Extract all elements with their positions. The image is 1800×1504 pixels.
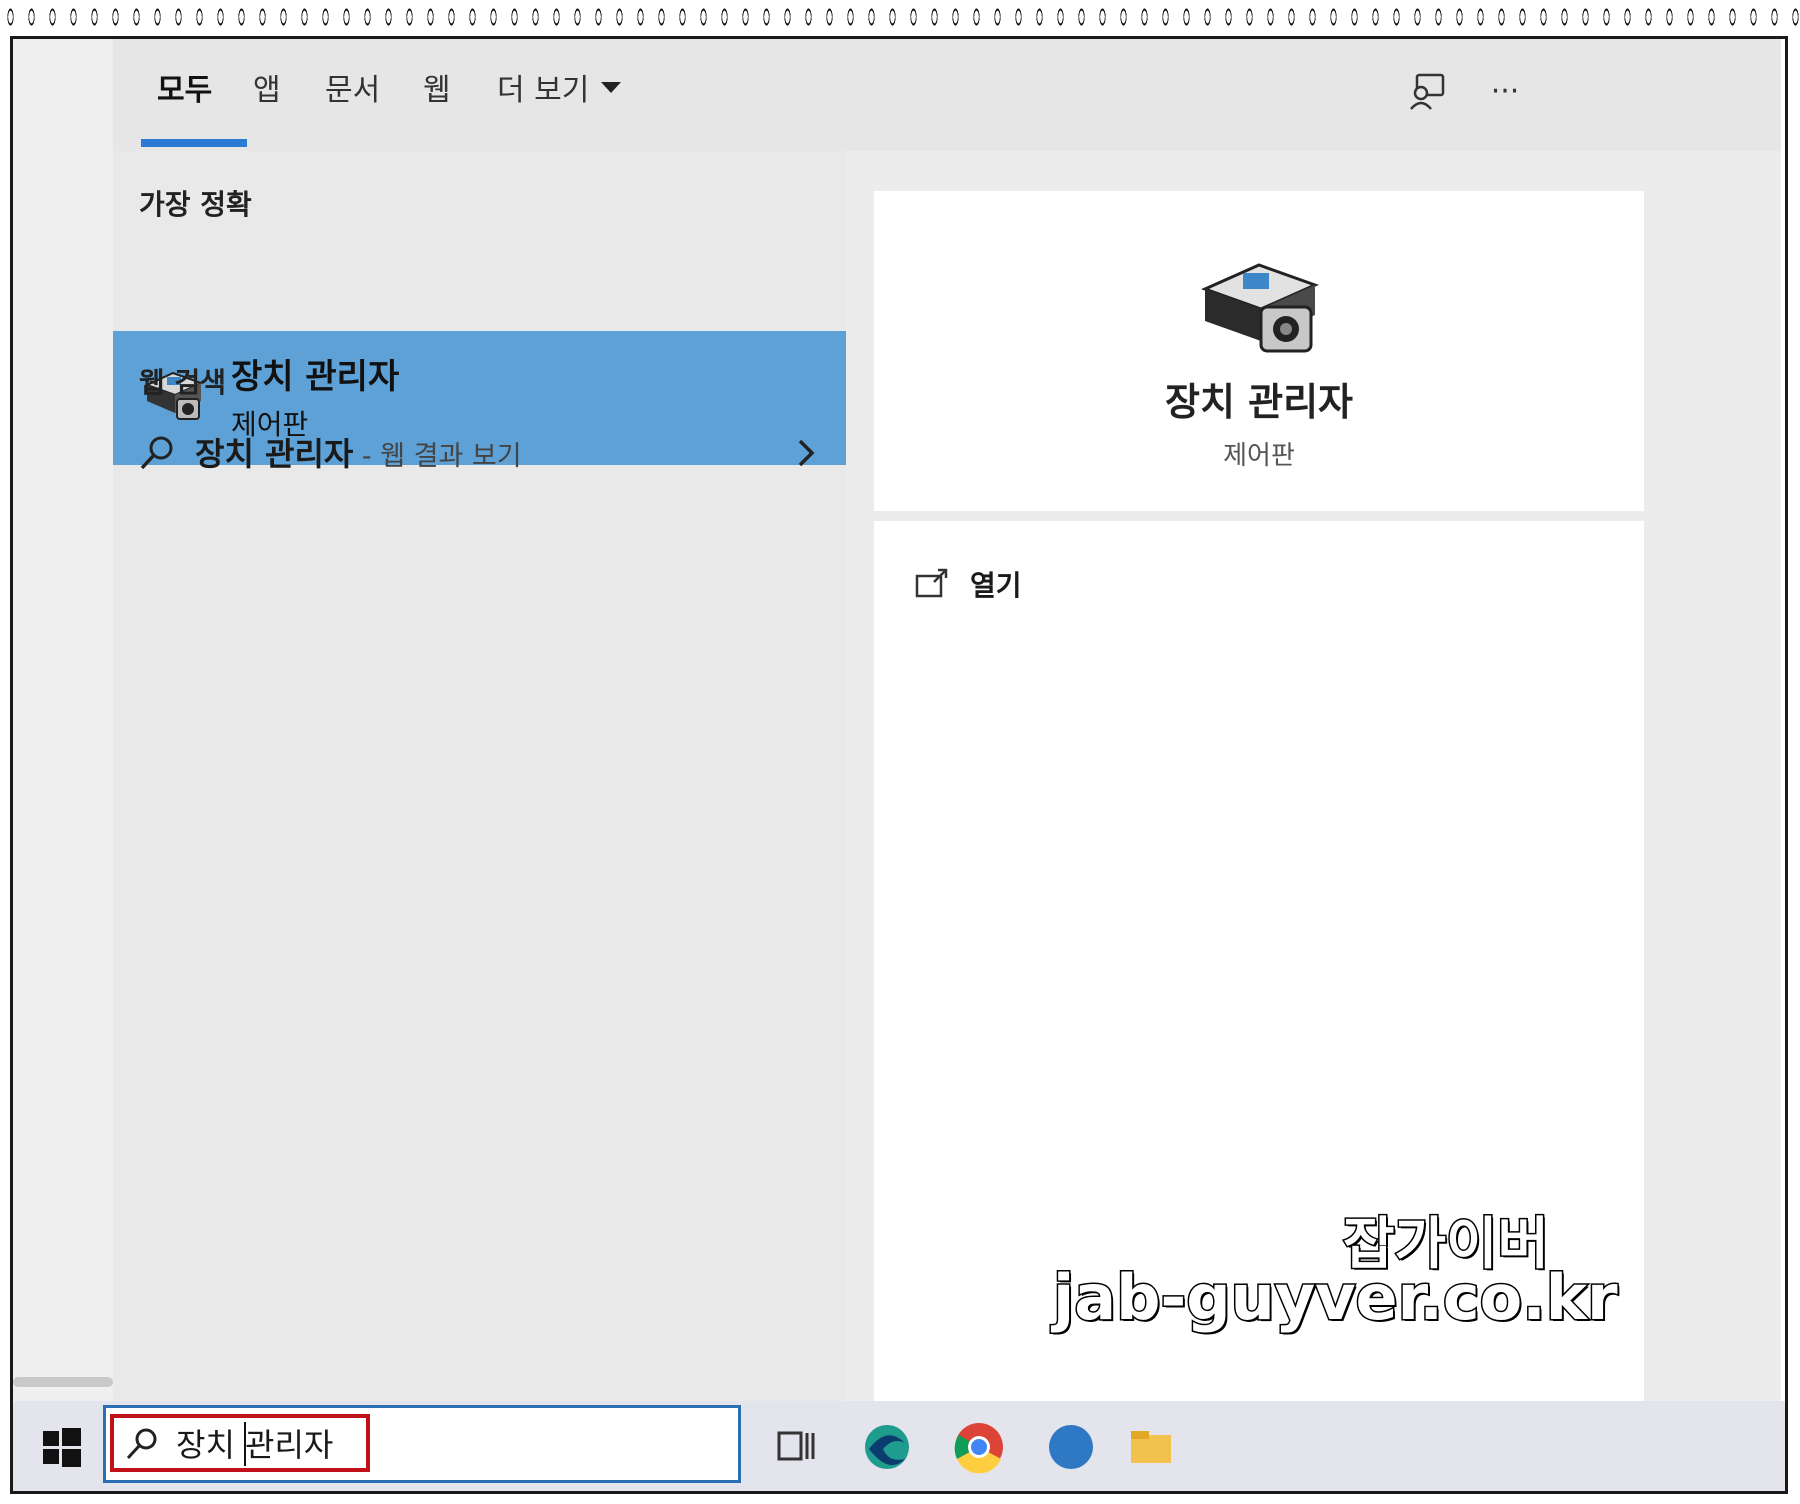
- search-query: 장치 관리자: [176, 1426, 334, 1464]
- best-match-heading: 가장 정확: [139, 188, 252, 221]
- search-panel: 모두 앱 문서 웹 더 보기 ··· 가장 정확 장치 관리자 제어판 웹 검색…: [113, 39, 1781, 1401]
- preview-title: 장치 관리자: [1164, 380, 1354, 424]
- taskbar: 장치 관리자: [13, 1401, 1785, 1491]
- windows-start-icon[interactable]: [33, 1419, 89, 1475]
- preview-subtitle: 제어판: [1223, 441, 1295, 471]
- tab-all[interactable]: 모두: [157, 67, 212, 108]
- web-search-query: 장치 관리자 - 웹 결과 보기: [195, 429, 522, 475]
- tab-web[interactable]: 웹: [423, 67, 451, 108]
- tab-documents[interactable]: 문서: [325, 67, 380, 108]
- web-search-suffix: - 웹 결과 보기: [353, 441, 522, 472]
- device-manager-large-icon: [1199, 249, 1320, 359]
- edge-browser-icon[interactable]: [859, 1419, 915, 1475]
- search-icon: [137, 433, 177, 473]
- chevron-right-icon: [791, 435, 821, 471]
- chrome-browser-icon[interactable]: [951, 1419, 1007, 1475]
- feedback-icon[interactable]: [1403, 67, 1451, 115]
- best-match-name: 장치 관리자: [231, 357, 400, 397]
- search-icon: [124, 1426, 160, 1462]
- open-button[interactable]: 열기: [914, 559, 1022, 609]
- open-label: 열기: [970, 569, 1022, 602]
- screenshot-frame: 모두 앱 문서 웹 더 보기 ··· 가장 정확 장치 관리자 제어판 웹 검색…: [10, 36, 1788, 1494]
- tab-apps[interactable]: 앱: [253, 67, 281, 108]
- caret-down-icon: [601, 81, 622, 93]
- more-options-icon[interactable]: ···: [1481, 67, 1529, 115]
- preview-card: 장치 관리자 제어판: [874, 191, 1644, 511]
- file-explorer-icon[interactable]: [1123, 1419, 1179, 1475]
- tab-more[interactable]: 더 보기: [497, 67, 622, 108]
- open-icon: [914, 566, 950, 602]
- app-icon[interactable]: [1043, 1419, 1099, 1475]
- web-search-query-text: 장치 관리자: [195, 435, 354, 473]
- active-tab-indicator: [141, 139, 247, 147]
- watermark-url: jab-guyver.co.kr: [1052, 1260, 1620, 1336]
- taskbar-search-box[interactable]: 장치 관리자: [103, 1405, 741, 1483]
- search-tab-bar: 모두 앱 문서 웹 더 보기 ···: [113, 39, 1781, 152]
- scrollbar[interactable]: [13, 1377, 113, 1387]
- web-search-section: 웹 검색: [139, 366, 227, 399]
- results-pane: 가장 정확 장치 관리자 제어판 웹 검색 장치 관리자 - 웹 결과 보기: [113, 151, 846, 1401]
- web-search-result[interactable]: 장치 관리자 - 웹 결과 보기: [113, 421, 846, 485]
- tab-more-label: 더 보기: [497, 73, 590, 108]
- task-view-icon[interactable]: [769, 1419, 825, 1475]
- preview-pane: 장치 관리자 제어판 열기: [846, 151, 1781, 1401]
- desktop-background: [13, 39, 113, 1401]
- spiral-binding-decoration: [0, 0, 1800, 34]
- text-cursor: [244, 1422, 246, 1466]
